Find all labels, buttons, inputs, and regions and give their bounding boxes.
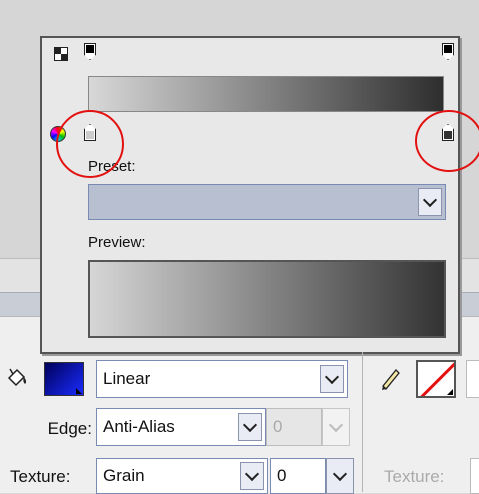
stroke-field-stub[interactable]: [466, 360, 479, 398]
opacity-stop-right[interactable]: [442, 43, 454, 60]
gradient-editor-popup: Preset: Preview:: [40, 36, 460, 354]
fill-type-select[interactable]: Linear: [96, 360, 348, 398]
swap-colors-icon[interactable]: [54, 47, 68, 61]
chevron-down-icon: [322, 408, 350, 446]
chevron-down-icon[interactable]: [418, 188, 442, 216]
edge-amount-value: 0: [273, 417, 283, 436]
stroke-color-swatch[interactable]: [416, 360, 456, 398]
texture-amount-field[interactable]: 0: [270, 458, 326, 494]
chevron-down-icon[interactable]: [320, 365, 344, 393]
edge-label: Edge:: [47, 419, 92, 438]
stroke-texture-field-stub: [470, 458, 479, 494]
chevron-down-icon[interactable]: [238, 413, 262, 441]
highlight-circle-left: [56, 110, 124, 178]
pencil-icon: [382, 369, 400, 390]
opacity-stop-left-fill: [86, 45, 94, 53]
paint-bucket-icon: [7, 368, 27, 387]
chevron-down-icon[interactable]: [326, 458, 354, 494]
texture-value: Grain: [103, 466, 145, 485]
edge-select[interactable]: Anti-Alias: [96, 408, 266, 446]
texture-label: Texture:: [10, 467, 71, 486]
fill-type-value: Linear: [103, 369, 151, 388]
chevron-down-icon[interactable]: [240, 462, 264, 490]
gradient-preview: [88, 260, 446, 338]
texture-amount-value: 0: [277, 466, 287, 485]
edge-amount-field: 0: [266, 408, 322, 446]
texture-select[interactable]: Grain: [96, 458, 268, 494]
stroke-texture-label: Texture:: [384, 467, 445, 486]
opacity-stop-left[interactable]: [84, 43, 96, 60]
highlight-circle-right: [415, 110, 479, 172]
fill-color-swatch[interactable]: [44, 362, 84, 396]
gradient-ramp[interactable]: [88, 76, 444, 112]
preview-label: Preview:: [88, 234, 146, 251]
opacity-stop-right-fill: [444, 45, 452, 53]
toolbar-divider: [362, 352, 363, 492]
preset-select[interactable]: [88, 184, 446, 220]
edge-value: Anti-Alias: [103, 417, 175, 436]
